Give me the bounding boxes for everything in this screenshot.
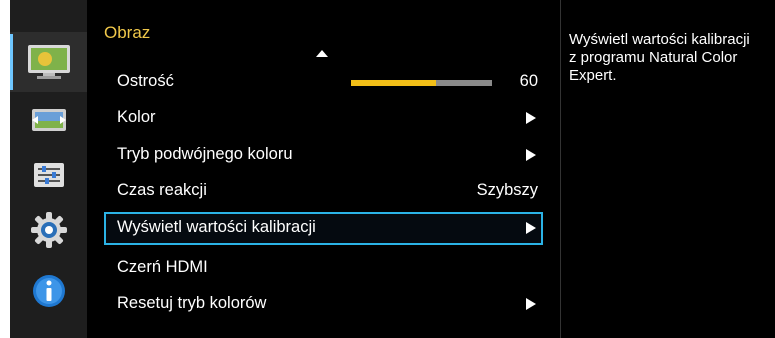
response-time-value: Szybszy (476, 181, 538, 199)
menu-item-hdmi-black[interactable]: Czerń HDMI (105, 253, 542, 284)
submenu-arrow-icon (526, 222, 536, 234)
menu-item-label: Czas reakcji (117, 181, 207, 199)
category-picture[interactable] (10, 32, 87, 92)
sharpness-value: 60 (519, 72, 538, 90)
menu-item-label: Ostrość (117, 72, 174, 90)
menu-item-dual-color-mode[interactable]: Tryb podwójnego koloru (105, 140, 542, 171)
menu-item-label: Czerń HDMI (117, 258, 208, 276)
menu-title: Obraz (104, 23, 151, 42)
menu-item-response-time[interactable]: Czas reakcji Szybszy (105, 176, 542, 207)
help-panel: Wyświetl wartości kalibracji z programu … (560, 0, 775, 338)
menu-item-reset-color-mode[interactable]: Resetuj tryb kolorów (105, 289, 542, 320)
menu-item-label: Kolor (117, 108, 156, 126)
category-setup[interactable] (10, 200, 87, 260)
settings-sliders-icon (33, 163, 64, 187)
menu-item-sharpness[interactable]: Ostrość 60 (105, 67, 542, 98)
menu-item-label: Wyświetl wartości kalibracji (117, 218, 316, 236)
info-icon (32, 275, 65, 307)
category-system[interactable] (10, 145, 87, 205)
menu-item-label: Tryb podwójnego koloru (117, 145, 293, 163)
submenu-arrow-icon (526, 298, 536, 310)
menu-item-calibration-values[interactable]: Wyświetl wartości kalibracji (104, 212, 543, 245)
picture-icon (27, 45, 70, 79)
submenu-arrow-icon (526, 112, 536, 124)
sharpness-slider-fill (351, 80, 436, 86)
menu-item-color[interactable]: Kolor (105, 103, 542, 134)
sharpness-slider[interactable] (351, 80, 492, 86)
gear-icon (30, 212, 67, 248)
screen-size-icon (31, 109, 66, 131)
category-information[interactable] (10, 261, 87, 321)
picture-menu: Obraz Ostrość 60 Kolor Tryb podwójnego k… (87, 0, 560, 338)
category-screen[interactable] (10, 90, 87, 150)
menu-item-label: Resetuj tryb kolorów (117, 294, 267, 312)
submenu-arrow-icon (526, 149, 536, 161)
osd-window: Obraz Ostrość 60 Kolor Tryb podwójnego k… (0, 0, 775, 338)
scroll-up-arrow-icon[interactable] (316, 50, 328, 57)
help-text: Wyświetl wartości kalibracji z programu … (569, 31, 750, 84)
category-sidebar (10, 0, 87, 338)
